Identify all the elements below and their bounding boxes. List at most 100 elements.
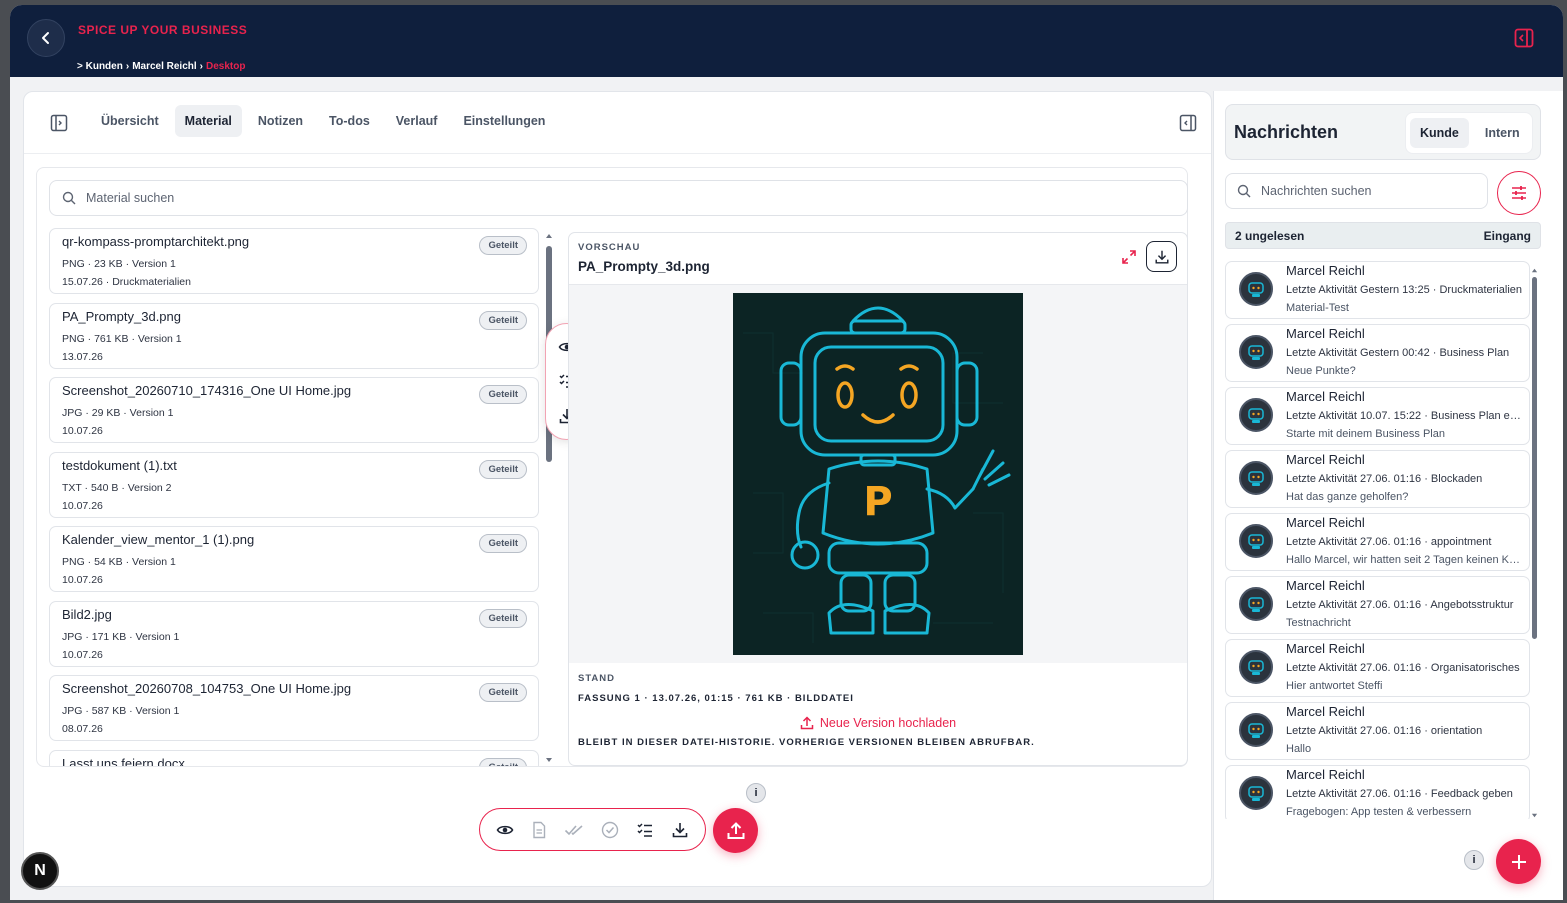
breadcrumb-separator: › <box>125 61 130 72</box>
shared-badge: Geteilt <box>479 236 527 255</box>
expand-icon[interactable] <box>1121 249 1137 270</box>
message-preview: Fragebogen: App testen & verbessern <box>1286 806 1472 818</box>
shared-badge: Geteilt <box>479 608 527 628</box>
file-item[interactable]: Bild2.jpg JPG · 171 KB · Version 1 10.07… <box>49 600 539 667</box>
panel-collapse-icon[interactable] <box>1179 114 1197 137</box>
upload-new-version-label: Neue Version hochladen <box>819 716 957 730</box>
scroll-thumb[interactable] <box>1532 277 1537 639</box>
upload-fab-button[interactable] <box>713 808 758 853</box>
shared-badge: Geteilt <box>479 534 527 553</box>
checklist-icon[interactable] <box>636 821 654 839</box>
info-icon[interactable]: i <box>746 783 766 803</box>
file-name: Screenshot_20260708_104753_One UI Home.j… <box>62 681 352 696</box>
scroll-down-icon[interactable] <box>545 756 553 764</box>
nextjs-badge-letter: N <box>34 862 46 879</box>
file-name: Lasst uns feiern.docx <box>62 755 185 767</box>
message-activity: Letzte Aktivität 27.06. 01:16 · Feedback… <box>1286 788 1513 800</box>
eye-icon[interactable] <box>496 821 514 839</box>
file-date: 10.07.26 <box>62 574 103 586</box>
message-activity: Letzte Aktivität 27.06. 01:16 · appointm… <box>1286 536 1492 548</box>
nextjs-dev-badge[interactable]: N <box>21 852 59 890</box>
tab-einstellungen[interactable]: Einstellungen <box>453 105 555 137</box>
sidebar-toggle-icon[interactable] <box>50 114 68 137</box>
tab-verlauf[interactable]: Verlauf <box>386 105 448 137</box>
message-item[interactable]: Marcel Reichl Letzte Aktivität 27.06. 01… <box>1225 513 1530 571</box>
segment-intern[interactable]: Intern <box>1475 118 1530 148</box>
info-icon[interactable]: i <box>1464 850 1484 870</box>
message-item[interactable]: Marcel Reichl Letzte Aktivität 27.06. 01… <box>1225 639 1530 697</box>
material-search-input[interactable]: Material suchen <box>49 180 1188 216</box>
preview-footer: STAND FASSUNG 1 · 13.07.26, 01:15 · 761 … <box>569 663 1187 758</box>
bottom-action-bar <box>479 808 706 851</box>
tab-todos[interactable]: To-dos <box>319 105 380 137</box>
check-circle-icon[interactable] <box>601 821 619 839</box>
avatar <box>1239 335 1273 369</box>
message-sender: Marcel Reichl <box>1286 704 1365 719</box>
message-item[interactable]: Marcel Reichl Letzte Aktivität 27.06. 01… <box>1225 450 1530 508</box>
version-note: BLEIBT IN DIESER DATEI-HISTORIE. VORHERI… <box>578 737 1035 748</box>
double-check-icon[interactable] <box>564 822 584 838</box>
breadcrumb-client[interactable]: Marcel Reichl <box>132 61 196 72</box>
file-meta: JPG · 29 KB · Version 1 <box>62 407 174 419</box>
message-list-scrollbar[interactable] <box>1531 267 1538 819</box>
avatar <box>1239 272 1273 306</box>
breadcrumb-kunden[interactable]: > Kunden <box>77 61 123 72</box>
unread-count: 2 ungelesen <box>1235 228 1305 243</box>
filter-button[interactable] <box>1497 171 1541 215</box>
preview-download-button[interactable] <box>1146 241 1177 272</box>
upload-new-version-link[interactable]: Neue Version hochladen <box>578 716 1178 730</box>
message-preview: Neue Punkte? <box>1286 365 1356 377</box>
back-button[interactable] <box>27 19 65 57</box>
file-item[interactable]: Screenshot_20260710_174316_One UI Home.j… <box>49 377 539 443</box>
segment-kunde[interactable]: Kunde <box>1410 118 1469 148</box>
avatar <box>1239 650 1273 684</box>
file-date: 15.07.26 · Druckmaterialien <box>62 276 191 288</box>
inbox-label[interactable]: Eingang <box>1484 229 1531 243</box>
file-meta: PNG · 23 KB · Version 1 <box>62 258 176 270</box>
scroll-up-icon[interactable] <box>545 232 553 240</box>
scroll-down-icon[interactable] <box>1531 812 1538 819</box>
file-list-scrollbar[interactable] <box>545 232 553 764</box>
tab-material[interactable]: Material <box>174 105 242 137</box>
avatar <box>1239 398 1273 432</box>
file-item[interactable]: Kalender_view_mentor_1 (1).png PNG · 54 … <box>49 526 539 592</box>
message-sender: Marcel Reichl <box>1286 452 1365 467</box>
scroll-up-icon[interactable] <box>1531 267 1538 274</box>
shared-badge: Geteilt <box>479 683 527 702</box>
file-name: PA_Prompty_3d.png <box>62 308 181 324</box>
message-preview: Material-Test <box>1286 302 1349 314</box>
file-date: 13.07.26 <box>62 350 103 363</box>
file-item[interactable]: PA_Prompty_3d.png PNG · 761 KB · Version… <box>49 302 539 369</box>
file-meta: JPG · 587 KB · Version 1 <box>62 705 180 717</box>
message-activity: Letzte Aktivität 27.06. 01:16 · Blockade… <box>1286 473 1483 485</box>
message-activity: Letzte Aktivität 10.07. 15:22 · Business… <box>1286 410 1522 422</box>
message-item[interactable]: Marcel Reichl Letzte Aktivität 27.06. 01… <box>1225 576 1530 634</box>
message-item[interactable]: Marcel Reichl Letzte Aktivität 27.06. 01… <box>1225 765 1530 819</box>
message-item[interactable]: Marcel Reichl Letzte Aktivität Gestern 0… <box>1225 324 1530 382</box>
shared-badge: Geteilt <box>479 459 527 479</box>
message-activity: Letzte Aktivität Gestern 00:42 · Busines… <box>1286 347 1510 359</box>
new-message-button[interactable] <box>1496 839 1541 884</box>
message-sender: Marcel Reichl <box>1286 263 1365 278</box>
avatar <box>1239 461 1273 495</box>
file-date: 10.07.26 <box>62 425 103 437</box>
document-icon[interactable] <box>531 821 547 839</box>
download-icon[interactable] <box>671 821 689 839</box>
file-meta: TXT · 540 B · Version 2 <box>62 481 172 494</box>
messages-search-input[interactable]: Nachrichten suchen <box>1225 173 1488 209</box>
file-item[interactable]: Screenshot_20260708_104753_One UI Home.j… <box>49 675 539 741</box>
breadcrumb-separator: › <box>199 61 204 72</box>
file-date: 10.07.26 <box>62 648 103 661</box>
message-item[interactable]: Marcel Reichl Letzte Aktivität 10.07. 15… <box>1225 387 1530 445</box>
file-date: 10.07.26 <box>62 499 103 512</box>
tab-notizen[interactable]: Notizen <box>248 105 313 137</box>
message-item[interactable]: Marcel Reichl Letzte Aktivität 27.06. 01… <box>1225 702 1530 760</box>
message-item[interactable]: Marcel Reichl Letzte Aktivität Gestern 1… <box>1225 261 1530 319</box>
file-meta: PNG · 761 KB · Version 1 <box>62 332 182 345</box>
plus-icon <box>1511 854 1526 869</box>
file-item[interactable]: testdokument (1).txt TXT · 540 B · Versi… <box>49 451 539 518</box>
tab-uebersicht[interactable]: Übersicht <box>91 105 169 137</box>
file-item[interactable]: qr-kompass-promptarchitekt.png PNG · 23 … <box>49 228 539 294</box>
file-item[interactable]: Lasst uns feiern.docx Geteilt <box>49 749 539 767</box>
panel-toggle-icon[interactable] <box>1513 27 1535 49</box>
